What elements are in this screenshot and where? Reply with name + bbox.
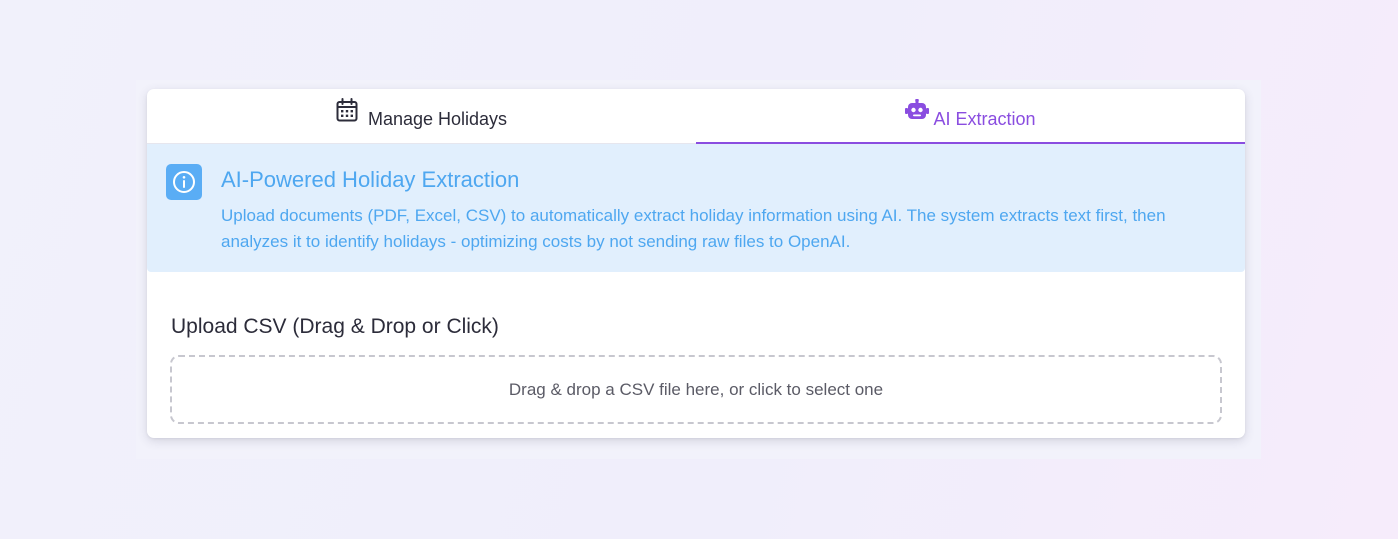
info-icon <box>166 164 202 200</box>
tab-ai-extraction[interactable]: AI Extraction <box>696 89 1245 144</box>
tab-manage-holidays[interactable]: Manage Holidays <box>147 89 696 143</box>
calendar-icon <box>336 98 358 122</box>
robot-icon <box>905 99 930 121</box>
info-description: Upload documents (PDF, Excel, CSV) to au… <box>221 206 1166 251</box>
tab-label: AI Extraction <box>933 108 1036 129</box>
tab-label: Manage Holidays <box>367 108 508 129</box>
dropzone-text: Drag & drop a CSV file here, or click to… <box>508 379 884 399</box>
tab-bar: Manage Holidays AI Extraction <box>147 89 1245 144</box>
csv-dropzone[interactable]: Drag & drop a CSV file here, or click to… <box>170 355 1222 424</box>
info-banner: AI-Powered Holiday Extraction Upload doc… <box>147 144 1245 272</box>
info-title: AI-Powered Holiday Extraction <box>221 167 520 192</box>
holiday-card: Manage Holidays AI Extraction AI-Powered… <box>147 89 1245 438</box>
upload-title: Upload CSV (Drag & Drop or Click) <box>171 315 499 338</box>
